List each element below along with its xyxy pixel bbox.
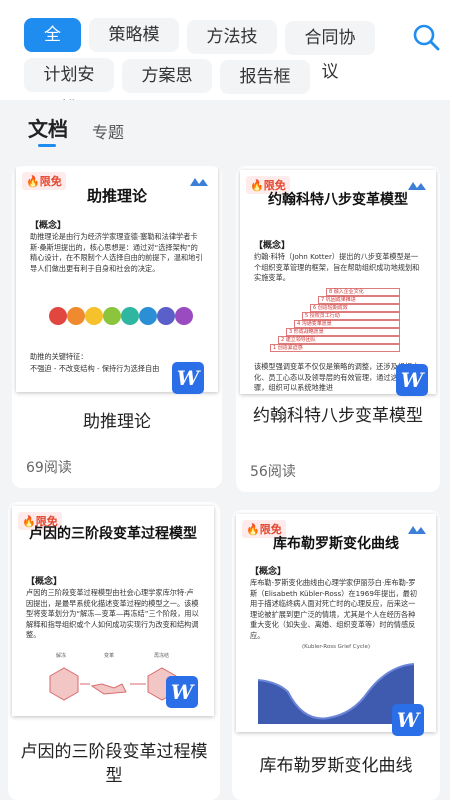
curve-caption: (Kubler-Ross Grief Cycle) bbox=[302, 644, 370, 650]
change-curve-diagram bbox=[258, 652, 414, 724]
preview-title: 助推理论 bbox=[86, 187, 147, 205]
word-doc-icon: W bbox=[172, 362, 204, 394]
card-title: 助推理论 bbox=[83, 412, 151, 432]
preview-concept-text: 卢因的三阶段变革过程模型由社会心理学家库尔特·卢因提出，是最早系统化描述变革过程… bbox=[26, 588, 199, 639]
preview-title: 卢因的三阶段变革过程模型 bbox=[29, 526, 197, 542]
document-preview: 🔥限免 库布勒罗斯变化曲线 【概念】 库布勒-罗斯变化曲线由心理学家伊丽莎白·库… bbox=[236, 514, 436, 732]
preview-title: 约翰科特八步变革模型 bbox=[268, 192, 408, 208]
preview-key-features-detail: 不强迫 - 不改变结构 - 保持行为选择自由 bbox=[30, 364, 160, 373]
search-icon[interactable] bbox=[411, 22, 441, 52]
document-card[interactable]: 🔥限免 约翰科特八步变革模型 【概念】 约翰·科特（John Kotter）提出… bbox=[236, 166, 440, 492]
active-tab-indicator bbox=[38, 144, 56, 147]
nudge-process-diagram bbox=[49, 307, 193, 325]
category-plans[interactable]: 计划安排 bbox=[24, 58, 114, 119]
category-report-frameworks[interactable]: 报告框架 bbox=[220, 60, 310, 121]
preview-concept-text: 约翰·科特（John Kotter）提出的八步变革模型是一个组织变革管理的框架，… bbox=[254, 252, 420, 282]
document-feed: 文档 专题 🔥限免 助推理论 【概念】 助推理论是由行为经济学家理查德·塞勒和法… bbox=[0, 100, 450, 800]
preview-key-features: 助推的关键特征： bbox=[30, 352, 88, 361]
preview-concept-text: 助推理论是由行为经济学家理查德·塞勒和法律学者卡斯·桑斯坦提出的，核心思想是：通… bbox=[30, 232, 203, 273]
document-preview: 🔥限免 助推理论 【概念】 助推理论是由行为经济学家理查德·塞勒和法律学者卡斯·… bbox=[16, 166, 218, 392]
card-title: 卢因的三阶段变革过程模型 bbox=[20, 742, 208, 786]
content-tabs: 文档 专题 bbox=[0, 100, 450, 160]
word-doc-icon: W bbox=[392, 704, 424, 736]
preview-concept-heading: 【概念】 bbox=[30, 221, 67, 231]
word-doc-icon: W bbox=[396, 364, 428, 396]
category-proposals[interactable]: 方案思路 bbox=[122, 59, 212, 120]
category-strategy-models[interactable]: 策略模型 bbox=[89, 18, 179, 79]
preview-concept-heading: 【概念】 bbox=[254, 241, 291, 251]
word-doc-icon: W bbox=[166, 676, 198, 708]
category-methods[interactable]: 方法技巧 bbox=[187, 20, 277, 81]
preview-concept-heading: 【概念】 bbox=[250, 567, 287, 577]
document-card[interactable]: 🔥限免 助推理论 【概念】 助推理论是由行为经济学家理查德·塞勒和法律学者卡斯·… bbox=[12, 166, 222, 488]
tab-documents[interactable]: 文档 bbox=[28, 113, 68, 142]
read-count: 69阅读 bbox=[26, 460, 72, 476]
card-title: 库布勒罗斯变化曲线 bbox=[259, 756, 413, 776]
document-preview: 🔥限免 约翰科特八步变革模型 【概念】 约翰·科特（John Kotter）提出… bbox=[240, 170, 436, 394]
category-bar: 全部 策略模型 方法技巧 合同协议 计划安排 方案思路 报告框架 bbox=[0, 0, 450, 121]
document-card[interactable]: 🔥限免 卢因的三阶段变革过程模型 【概念】 卢因的三阶段变革过程模型由社会心理学… bbox=[8, 502, 220, 800]
card-title: 约翰科特八步变革模型 bbox=[253, 406, 423, 426]
eight-step-staircase-diagram: 8 融入企业文化 7 巩固成果推进 6 创造短期成效 5 授权员工行动 4 沟通… bbox=[270, 288, 410, 358]
tab-topics[interactable]: 专题 bbox=[92, 119, 124, 143]
preview-title: 库布勒罗斯变化曲线 bbox=[273, 536, 399, 552]
read-count: 56阅读 bbox=[250, 464, 296, 480]
category-all[interactable]: 全部 bbox=[24, 18, 81, 79]
preview-concept-text: 库布勒-罗斯变化曲线由心理学家伊丽莎白·库布勒-罗斯（Elisabeth Küb… bbox=[250, 578, 418, 640]
category-contracts[interactable]: 合同协议 bbox=[285, 21, 375, 82]
preview-concept-heading: 【概念】 bbox=[26, 577, 63, 587]
document-card[interactable]: 🔥限免 库布勒罗斯变化曲线 【概念】 库布勒-罗斯变化曲线由心理学家伊丽莎白·库… bbox=[232, 510, 440, 800]
